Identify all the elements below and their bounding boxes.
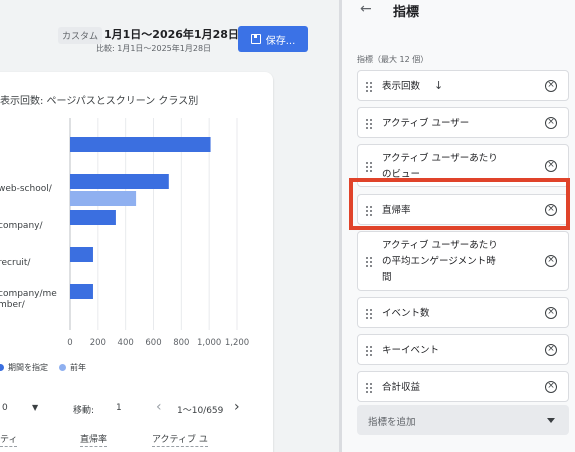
remove-metric-icon[interactable]: × bbox=[545, 159, 557, 172]
rows-per-page-dropdown-icon[interactable]: ▼ bbox=[32, 403, 38, 412]
category-label: company/ bbox=[0, 221, 43, 231]
metric-item[interactable]: アクティブ ユーザーあたり の平均エンゲージメント時 間 × bbox=[357, 231, 569, 291]
highlight-box bbox=[349, 178, 570, 230]
prev-page-icon[interactable]: ‹ bbox=[156, 399, 162, 415]
panel-title: 指標 bbox=[393, 5, 420, 20]
metric-item[interactable]: 合計収益 × bbox=[357, 371, 569, 402]
report-area: カスタム 1月1日～2026年1月28日 比較: 1月1日～2025年1月28日… bbox=[0, 0, 339, 452]
column-header-1[interactable]: ティ bbox=[0, 432, 18, 447]
x-tick-label: 400 bbox=[118, 338, 134, 348]
legend-item-current[interactable]: 期間を指定 bbox=[0, 362, 48, 373]
metric-label: 合計収益 bbox=[382, 381, 421, 393]
remove-metric-icon[interactable]: × bbox=[545, 79, 557, 92]
drag-handle-icon[interactable] bbox=[366, 257, 372, 267]
metric-label: 表示回数 bbox=[382, 80, 421, 92]
sort-descending-icon[interactable]: ↓ bbox=[434, 79, 443, 92]
page-range: 1〜10/659 bbox=[177, 406, 224, 416]
metric-label: イベント数 bbox=[382, 307, 430, 319]
legend-label-previous: 前年 bbox=[70, 363, 86, 372]
x-tick-label: 1,000 bbox=[197, 338, 221, 348]
remove-metric-icon[interactable]: × bbox=[545, 306, 557, 319]
remove-metric-icon[interactable]: × bbox=[545, 380, 557, 393]
back-arrow-icon[interactable]: ← bbox=[360, 1, 372, 17]
remove-metric-icon[interactable]: × bbox=[545, 255, 557, 267]
column-header-active-users[interactable]: アクティブ ユ bbox=[152, 432, 208, 447]
legend-dot-current bbox=[0, 364, 4, 371]
metric-item[interactable]: イベント数 × bbox=[357, 297, 569, 328]
x-tick-label: 0 bbox=[67, 338, 72, 348]
x-tick-label: 600 bbox=[145, 338, 161, 348]
metric-item[interactable]: アクティブ ユーザー × bbox=[357, 107, 569, 138]
legend-label-current: 期間を指定 bbox=[8, 363, 48, 372]
category-label: recruit/ bbox=[0, 258, 31, 268]
add-metric-label: 指標を追加 bbox=[368, 417, 416, 428]
category-label: web-school/ bbox=[0, 184, 52, 194]
bar-chart: 0 200 400 600 800 1,000 1,200 bbox=[67, 118, 249, 348]
metric-item[interactable]: キーイベント × bbox=[357, 334, 569, 365]
legend-item-previous[interactable]: 前年 bbox=[59, 362, 86, 373]
bar-current-2[interactable] bbox=[70, 210, 116, 225]
x-tick-label: 200 bbox=[90, 338, 106, 348]
drag-handle-icon[interactable] bbox=[366, 382, 372, 393]
drag-handle-icon[interactable] bbox=[366, 118, 372, 129]
panel-header: ← 指標 bbox=[342, 0, 575, 22]
remove-metric-icon[interactable]: × bbox=[545, 343, 557, 356]
dropdown-caret-icon bbox=[547, 418, 555, 423]
bar-current-3[interactable] bbox=[70, 247, 93, 262]
metric-label: キーイベント bbox=[382, 344, 440, 356]
bar-current-0[interactable] bbox=[70, 137, 211, 152]
add-metric-dropdown[interactable]: 指標を追加 bbox=[357, 405, 569, 435]
rows-per-page-value[interactable]: 0 bbox=[2, 403, 8, 413]
drag-handle-icon[interactable] bbox=[366, 161, 372, 172]
x-tick-label: 800 bbox=[173, 338, 189, 348]
move-label: 移動: bbox=[73, 406, 95, 416]
move-input[interactable]: 1 bbox=[116, 403, 122, 413]
metric-label: アクティブ ユーザー bbox=[382, 117, 470, 129]
column-header-bounce-rate[interactable]: 直帰率 bbox=[80, 432, 108, 447]
remove-metric-icon[interactable]: × bbox=[545, 116, 557, 129]
metric-label: アクティブ ユーザーあたり の平均エンゲージメント時 間 bbox=[382, 240, 498, 283]
category-label: company/me mber/ bbox=[0, 289, 57, 310]
metric-item[interactable]: 表示回数 ↓ × bbox=[357, 70, 569, 101]
legend-dot-previous bbox=[59, 364, 66, 371]
metrics-section-label: 指標（最大 12 個） bbox=[357, 55, 429, 64]
bar-current-1[interactable] bbox=[70, 174, 169, 189]
bar-previous-1[interactable] bbox=[70, 191, 137, 206]
drag-handle-icon[interactable] bbox=[366, 308, 372, 319]
drag-handle-icon[interactable] bbox=[366, 345, 372, 356]
drag-handle-icon[interactable] bbox=[366, 81, 372, 92]
x-tick-label: 1,200 bbox=[225, 338, 249, 348]
next-page-icon[interactable]: › bbox=[234, 399, 240, 415]
bar-current-4[interactable] bbox=[70, 284, 93, 299]
